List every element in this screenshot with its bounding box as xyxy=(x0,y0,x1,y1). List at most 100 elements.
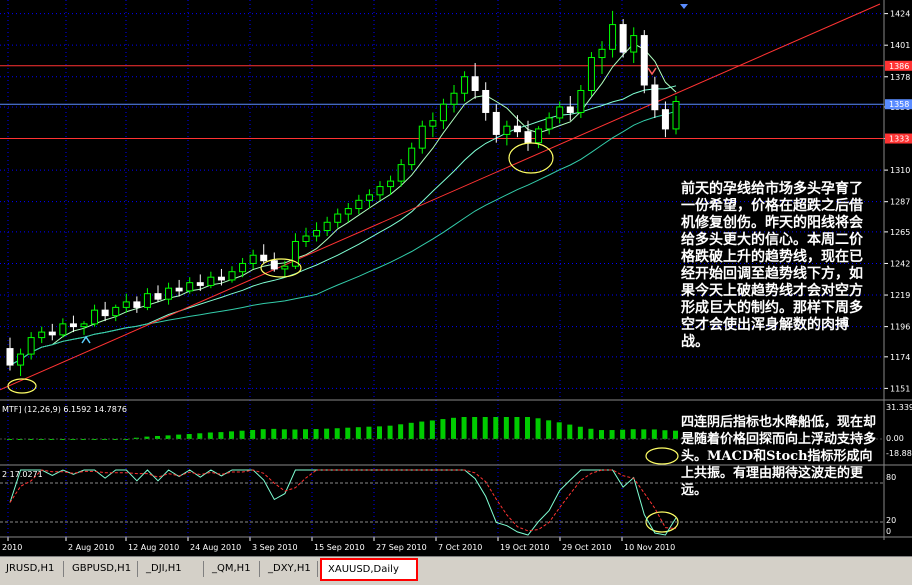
tab--qm-h1[interactable]: _QM,H1 xyxy=(206,560,258,578)
macd-histogram-bar xyxy=(567,424,573,439)
analysis-note-main: 前天的孕线给市场多头孕育了一份希望，价格在超跌之后借机修复创伤。昨天的阳线将会给… xyxy=(681,181,863,350)
candle-body xyxy=(365,194,373,201)
candle-body xyxy=(513,125,521,133)
candle-body xyxy=(323,221,331,232)
shift-marker-icon xyxy=(680,4,688,9)
date-tick-label: 12 Aug 2010 xyxy=(128,543,179,552)
candle-body xyxy=(101,309,109,317)
macd-histogram-bar xyxy=(599,430,604,439)
candle-body xyxy=(408,147,416,166)
candle-body xyxy=(249,254,257,264)
candle-body xyxy=(175,287,183,292)
candle-body xyxy=(651,84,659,111)
candle-body xyxy=(587,57,595,91)
candle-body xyxy=(112,306,120,317)
macd-histogram-bar xyxy=(440,419,446,439)
candle-body xyxy=(397,164,405,182)
price-tick-label: 1242 xyxy=(890,259,910,268)
date-tick-label: 15 Sep 2010 xyxy=(314,543,365,552)
candle-body xyxy=(418,125,426,149)
candle-body xyxy=(27,337,35,355)
down-arrow-icon xyxy=(647,67,657,76)
macd-histogram-bar xyxy=(239,430,245,439)
candle-body xyxy=(239,262,247,273)
candle-body xyxy=(59,323,67,336)
macd-histogram-bar xyxy=(673,430,678,439)
date-tick-label: 29 Oct 2010 xyxy=(562,543,611,552)
price-tick-label: 1174 xyxy=(890,353,910,362)
stoch-tick-label: 20 xyxy=(886,516,896,525)
macd-histogram-bar xyxy=(398,424,404,439)
candle-body xyxy=(609,24,617,50)
candle-body xyxy=(598,48,606,59)
highlight-ring xyxy=(508,142,554,174)
date-tick-label: 24 Aug 2010 xyxy=(190,543,241,552)
candle-body xyxy=(387,180,395,188)
macd-histogram-bar xyxy=(577,426,583,439)
tab-xauusd-daily[interactable]: XAUUSD,Daily xyxy=(320,558,418,581)
candle-body xyxy=(154,293,162,300)
tab-separator xyxy=(63,561,64,577)
price-tick-label: 1265 xyxy=(890,228,910,237)
candle-body xyxy=(143,293,151,308)
candle-body xyxy=(524,131,532,144)
stoch-indicator-label: 2 17.0271 xyxy=(2,470,43,479)
price-tick-label: 1401 xyxy=(890,41,910,50)
candle-body xyxy=(133,301,141,308)
macd-histogram-bar xyxy=(186,434,192,439)
price-tick-label: 1196 xyxy=(890,323,910,332)
candle-body xyxy=(69,323,77,328)
date-tick-label: 2010 xyxy=(2,543,22,552)
candle-body xyxy=(260,254,268,262)
tab-jrusd-h1[interactable]: JRUSD,H1 xyxy=(0,560,62,578)
tab-gbpusd-h1[interactable]: GBPUSD,H1 xyxy=(66,560,136,578)
candle-body xyxy=(619,24,627,53)
candle-body xyxy=(640,35,648,86)
macd-histogram-bar xyxy=(461,417,467,439)
candle-body xyxy=(6,348,14,366)
candle-body xyxy=(450,92,458,105)
macd-histogram-bar xyxy=(408,422,414,439)
macd-histogram-bar xyxy=(324,428,330,439)
candle-body xyxy=(80,323,88,328)
current-price-label: 1358 xyxy=(889,100,909,109)
candle-body xyxy=(313,230,321,237)
macd-histogram-bar xyxy=(514,417,520,439)
highlight-ring xyxy=(7,378,37,394)
candle-body xyxy=(281,265,289,270)
candle-body xyxy=(439,103,447,122)
tab--dji-h1[interactable]: _DJI,H1 xyxy=(140,560,202,578)
macd-tick-label: -18.88 xyxy=(886,449,912,458)
macd-histogram-bar xyxy=(165,435,171,439)
macd-histogram-bar xyxy=(493,417,499,439)
macd-histogram-bar xyxy=(377,426,382,439)
candle-body xyxy=(17,353,25,366)
candle-body xyxy=(122,301,130,308)
tab--dxy-h1[interactable]: _DXY,H1 xyxy=(262,560,316,578)
candle-body xyxy=(503,125,511,135)
macd-histogram-bar xyxy=(334,428,340,439)
stoch-k-line xyxy=(9,469,677,536)
candle-body xyxy=(302,235,310,242)
candle-body xyxy=(344,208,352,215)
macd-histogram-bar xyxy=(620,429,626,439)
macd-histogram-bar xyxy=(503,417,509,439)
macd-histogram-bar xyxy=(588,428,594,439)
stoch-tick-label: 80 xyxy=(886,473,896,482)
candle-body xyxy=(228,271,236,281)
macd-histogram-bar xyxy=(556,422,562,439)
date-tick-label: 19 Oct 2010 xyxy=(500,543,549,552)
macd-histogram-bar xyxy=(366,426,372,439)
macd-histogram-bar xyxy=(176,434,182,439)
candle-body xyxy=(207,276,215,286)
date-tick-label: 7 Oct 2010 xyxy=(438,543,482,552)
macd-histogram-bar xyxy=(260,429,266,439)
price-tick-label: 1287 xyxy=(890,198,910,207)
macd-histogram-bar xyxy=(355,427,361,439)
candle-body xyxy=(566,106,574,113)
candle-body xyxy=(217,276,225,281)
candle-body xyxy=(186,282,194,292)
macd-histogram-bar xyxy=(271,428,277,439)
candle-body xyxy=(334,213,342,223)
candle-body xyxy=(270,260,278,270)
